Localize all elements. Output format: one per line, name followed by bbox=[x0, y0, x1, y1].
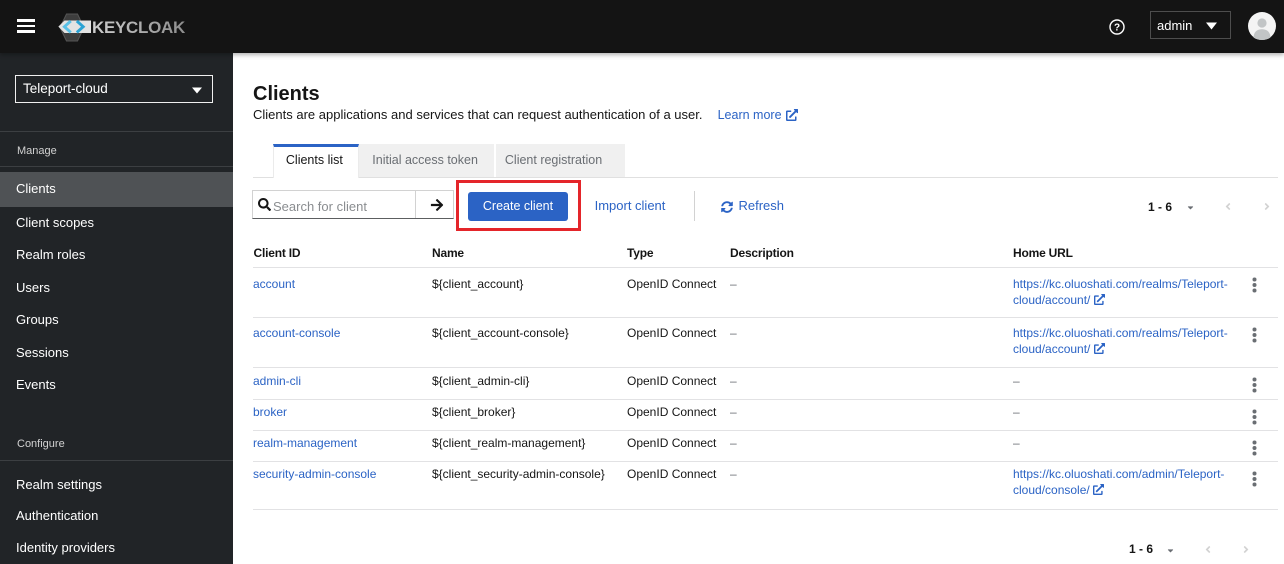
svg-text:?: ? bbox=[1114, 22, 1120, 33]
